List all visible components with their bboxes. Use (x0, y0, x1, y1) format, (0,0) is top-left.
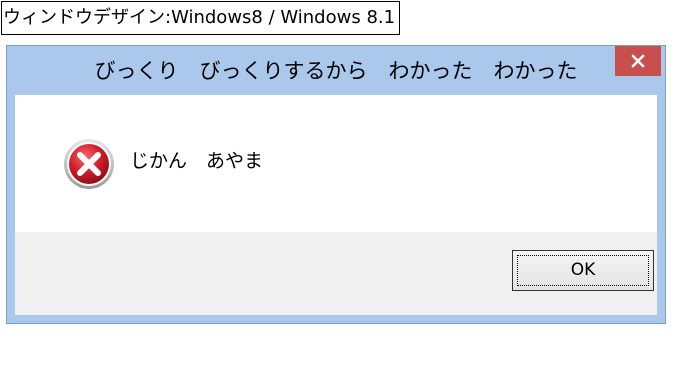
error-icon (64, 139, 114, 189)
title-bar[interactable]: びっくり びっくりするから わかった わかった (7, 46, 665, 95)
message-dialog: びっくり びっくりするから わかった わかった じかん あやま OK (6, 45, 666, 324)
close-button[interactable] (615, 46, 661, 76)
button-bar: OK (15, 232, 657, 315)
dialog-client-area: じかん あやま OK (15, 95, 657, 315)
dialog-title: びっくり びっくりするから わかった わかった (94, 59, 578, 83)
close-icon (631, 54, 645, 68)
ok-button[interactable]: OK (512, 250, 654, 291)
caption-label: ウィンドウデザイン:Windows8 / Windows 8.1 (1, 1, 401, 35)
message-area: じかん あやま (15, 95, 657, 232)
ok-button-label: OK (570, 260, 596, 280)
message-text: じかん あやま (130, 150, 264, 172)
